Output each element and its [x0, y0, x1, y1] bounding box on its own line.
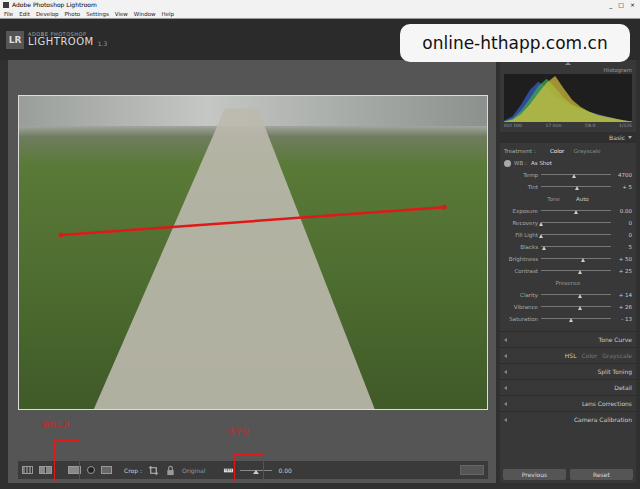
- menu-bar: File Edit Develop Photo Settings View Window He…: [0, 9, 640, 19]
- auto-button[interactable]: Auto: [576, 196, 589, 202]
- workspace: Crop : Original 0.00 裁剪工具水平仪 Histogram ISO 10…: [0, 60, 640, 489]
- white-balance-row: WB :As Shot: [504, 157, 632, 169]
- menu-item[interactable]: Window: [134, 11, 156, 17]
- straighten-ruler-icon[interactable]: [223, 465, 234, 476]
- camera-info: ISO 100 17 mm f/8.0 1/125: [504, 122, 632, 129]
- menu-item[interactable]: Develop: [36, 11, 59, 17]
- treatment-option[interactable]: Color: [547, 148, 567, 154]
- menu-item[interactable]: Photo: [65, 11, 81, 17]
- window-title: Adobe Photoshop Lightroom: [12, 1, 604, 8]
- logo-version: 1.3: [98, 40, 108, 47]
- collapsed-icon: [504, 354, 507, 358]
- collapsed-icon: [504, 418, 507, 422]
- window-button[interactable]: ×: [628, 1, 637, 9]
- spot-icon[interactable]: [87, 466, 95, 474]
- watermark: online-hthapp.com.cn: [400, 24, 630, 62]
- camera-readout: f/8.0: [585, 123, 595, 128]
- adjust-slider[interactable]: Tint+ 5: [504, 181, 632, 193]
- adjust-slider[interactable]: Fill Light0: [504, 229, 632, 241]
- histogram-chart: [504, 74, 632, 122]
- adjust-slider[interactable]: Exposure0.00: [504, 205, 632, 217]
- menu-item[interactable]: Edit: [19, 11, 30, 17]
- crop-icon[interactable]: [148, 465, 159, 476]
- title-bar: Adobe Photoshop Lightroom_□×: [0, 0, 640, 9]
- logo-text: ADOBE PHOTOSHOPLIGHTROOM: [28, 32, 94, 48]
- panel-tab[interactable]: Color: [582, 352, 598, 359]
- compare-view-icon[interactable]: [39, 466, 52, 474]
- right-panel: HistogramISO 10017 mmf/8.01/125BasicTrea…: [500, 60, 636, 483]
- histogram-series: [504, 76, 632, 122]
- menu-item[interactable]: Settings: [86, 11, 109, 17]
- window-controls: _□×: [607, 1, 637, 9]
- adjust-slider[interactable]: Saturation- 13: [504, 313, 632, 325]
- adjust-slider[interactable]: Recovery0: [504, 217, 632, 229]
- treatment-row: Treatment :ColorGrayscale: [504, 145, 632, 157]
- app-icon: [3, 2, 9, 8]
- panel-buttons: Previous Reset: [500, 466, 636, 483]
- photo: [18, 95, 488, 410]
- window-button[interactable]: _: [607, 1, 614, 9]
- aspect-label[interactable]: Original: [182, 467, 205, 474]
- lock-icon[interactable]: [165, 465, 176, 476]
- image-stage: Crop : Original 0.00 裁剪工具水平仪: [8, 60, 496, 483]
- grid-view-icon[interactable]: [22, 466, 33, 474]
- histogram: Histogram ISO 100 17 mm f/8.0 1/125: [500, 67, 636, 129]
- collapsed-icon: [504, 370, 507, 374]
- menu-item[interactable]: View: [115, 11, 128, 17]
- panel-header[interactable]: Detail: [500, 379, 636, 395]
- horizon-line: [19, 96, 487, 409]
- menu-item[interactable]: Help: [162, 11, 175, 17]
- collapsed-icon: [504, 386, 507, 390]
- expanded-icon: [628, 136, 632, 139]
- adjust-slider[interactable]: Blacks5: [504, 241, 632, 253]
- window-button[interactable]: □: [616, 1, 626, 9]
- collapsed-icon: [504, 402, 507, 406]
- adjust-slider[interactable]: Temp4700: [504, 169, 632, 181]
- panel-header[interactable]: Tone Curve: [500, 331, 636, 347]
- crop-overlay-icon[interactable]: [101, 466, 112, 474]
- annotation-box: [234, 454, 264, 482]
- group-header: Presence: [504, 277, 632, 289]
- panel-header[interactable]: Camera Calibration: [500, 411, 636, 427]
- close-tool-button[interactable]: [460, 465, 484, 475]
- menu-item[interactable]: File: [4, 11, 13, 17]
- white-balance-select[interactable]: As Shot: [531, 160, 552, 166]
- annotation-label: 水平仪: [228, 427, 249, 437]
- panel-header[interactable]: Split Toning: [500, 363, 636, 379]
- panel-header[interactable]: HSLColorGrayscale: [500, 347, 636, 363]
- annotation-label: 裁剪工具: [42, 420, 70, 430]
- basic-panel: Treatment :ColorGrayscaleWB :As ShotTemp…: [500, 143, 636, 327]
- basic-header[interactable]: Basic: [500, 132, 636, 143]
- panel-button[interactable]: Reset: [570, 469, 633, 480]
- panel-tab[interactable]: Grayscale: [602, 352, 632, 359]
- crop-label: Crop :: [124, 467, 142, 474]
- adjust-slider[interactable]: Vibrance+ 26: [504, 301, 632, 313]
- straighten-value: 0.00: [278, 467, 291, 474]
- straighten-slider[interactable]: [240, 466, 272, 474]
- logo-badge: LR: [6, 31, 24, 49]
- panel-header[interactable]: Lens Corrections: [500, 395, 636, 411]
- camera-readout: 1/125: [619, 123, 632, 128]
- collapsed-icon: [504, 338, 507, 342]
- group-header: ToneAuto: [504, 193, 632, 205]
- annotation-box: [54, 440, 80, 482]
- adjust-slider[interactable]: Contrast+ 25: [504, 265, 632, 277]
- eyedropper-icon[interactable]: [504, 160, 511, 167]
- camera-readout: ISO 100: [504, 123, 522, 128]
- toolbar: Crop : Original 0.00: [18, 461, 488, 479]
- collapse-arrow-icon[interactable]: [565, 62, 571, 65]
- logo: LRADOBE PHOTOSHOPLIGHTROOM 1.3: [6, 31, 107, 49]
- collapsed-panels: Tone CurveHSLColorGrayscaleSplit ToningD…: [500, 331, 636, 427]
- lightroom-window: Adobe Photoshop Lightroom_□× File Edit Deve…: [0, 0, 640, 489]
- adjust-slider[interactable]: Brightness+ 50: [504, 253, 632, 265]
- histogram-title: Histogram: [504, 67, 632, 74]
- adjust-slider[interactable]: Clarity+ 14: [504, 289, 632, 301]
- camera-readout: 17 mm: [545, 123, 561, 128]
- treatment-option[interactable]: Grayscale: [570, 148, 603, 154]
- panel-button[interactable]: Previous: [503, 469, 566, 480]
